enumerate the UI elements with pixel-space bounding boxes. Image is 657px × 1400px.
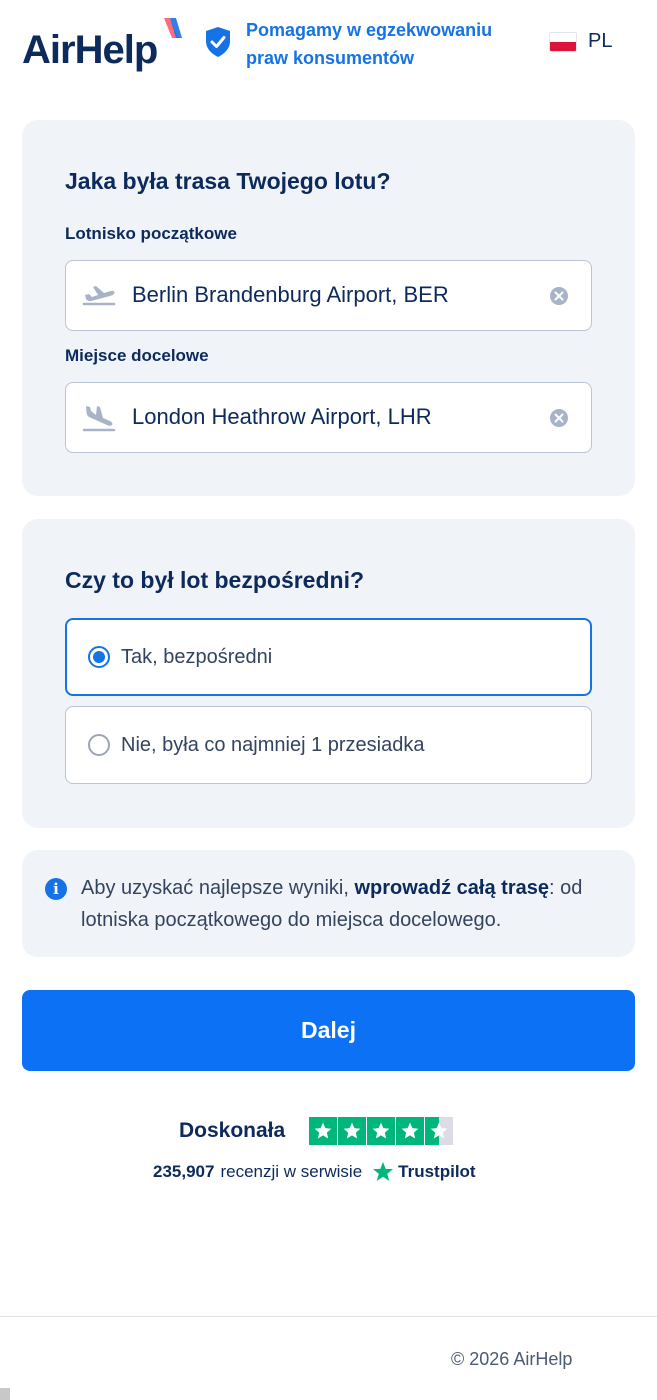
footer-divider	[0, 1316, 657, 1317]
departure-input[interactable]: Berlin Brandenburg Airport, BER	[65, 260, 592, 331]
direct-flight-card: Czy to był lot bezpośredni? Tak, bezpośr…	[22, 519, 635, 828]
radio-selected-icon[interactable]	[88, 646, 110, 668]
half-star-icon	[425, 1117, 453, 1145]
poland-flag-icon	[549, 31, 577, 52]
option-direct-yes[interactable]: Tak, bezpośredni	[65, 618, 592, 696]
logo-mark-icon	[164, 18, 182, 38]
departure-value: Berlin Brandenburg Airport, BER	[132, 282, 449, 307]
info-text: Aby uzyskać najlepsze wyniki, wprowadź c…	[81, 877, 583, 931]
star-icon	[338, 1117, 366, 1145]
plane-departure-icon	[82, 286, 116, 306]
trustpilot-star-icon	[373, 1161, 394, 1181]
option-label: Tak, bezpośredni	[121, 646, 273, 668]
arrival-label: Miejsce docelowe	[65, 346, 209, 365]
star-icon	[396, 1117, 424, 1145]
option-label: Nie, była co najmniej 1 przesiadka	[121, 734, 425, 756]
route-card: Jaka była trasa Twojego lotu? Lotnisko p…	[22, 120, 635, 496]
option-direct-no[interactable]: Nie, była co najmniej 1 przesiadka	[65, 706, 592, 784]
info-bold-text: wprowadź całą trasę	[354, 877, 549, 899]
language-selector[interactable]: PL	[549, 30, 612, 53]
footer-copyright: © 2026 AirHelp	[451, 1349, 573, 1369]
language-label: PL	[588, 30, 613, 52]
review-count: 235,907	[153, 1162, 215, 1181]
radio-unselected-icon[interactable]	[88, 734, 110, 756]
arrival-input[interactable]: London Heathrow Airport, LHR	[65, 382, 592, 453]
clear-arrival-icon[interactable]	[549, 408, 569, 428]
trustpilot-logo: Trustpilot	[372, 1161, 476, 1183]
continue-button[interactable]: Dalej	[22, 990, 635, 1071]
star-icon	[367, 1117, 395, 1145]
shield-check-icon	[206, 27, 230, 57]
trustpilot-stars[interactable]	[309, 1117, 454, 1145]
plane-arrival-icon	[82, 406, 116, 432]
route-title: Jaka była trasa Twojego lotu?	[65, 168, 391, 194]
clear-departure-icon[interactable]	[549, 286, 569, 306]
info-icon: i	[45, 878, 67, 900]
arrival-value: London Heathrow Airport, LHR	[132, 404, 432, 429]
trustpilot-brand: Trustpilot	[398, 1162, 476, 1181]
logo-text: AirHelp	[22, 28, 158, 72]
airhelp-logo[interactable]: AirHelp	[22, 18, 187, 74]
trustpilot-reviews[interactable]: 235,907 recenzji w serwisie Trustpilot	[153, 1161, 476, 1183]
reviews-text: recenzji w serwisie	[220, 1162, 363, 1181]
header: AirHelp Pomagamy w egzekwowaniu praw kon…	[0, 0, 657, 96]
tagline: Pomagamy w egzekwowaniu praw konsumentów	[246, 20, 493, 68]
direct-title: Czy to był lot bezpośredni?	[65, 567, 365, 593]
info-card: i Aby uzyskać najlepsze wyniki, wprowadź…	[22, 850, 635, 957]
departure-label: Lotnisko początkowe	[65, 224, 237, 243]
trustpilot-rating-word: Doskonała	[179, 1119, 286, 1142]
star-icon	[309, 1117, 337, 1145]
corner-mark	[0, 1388, 10, 1400]
